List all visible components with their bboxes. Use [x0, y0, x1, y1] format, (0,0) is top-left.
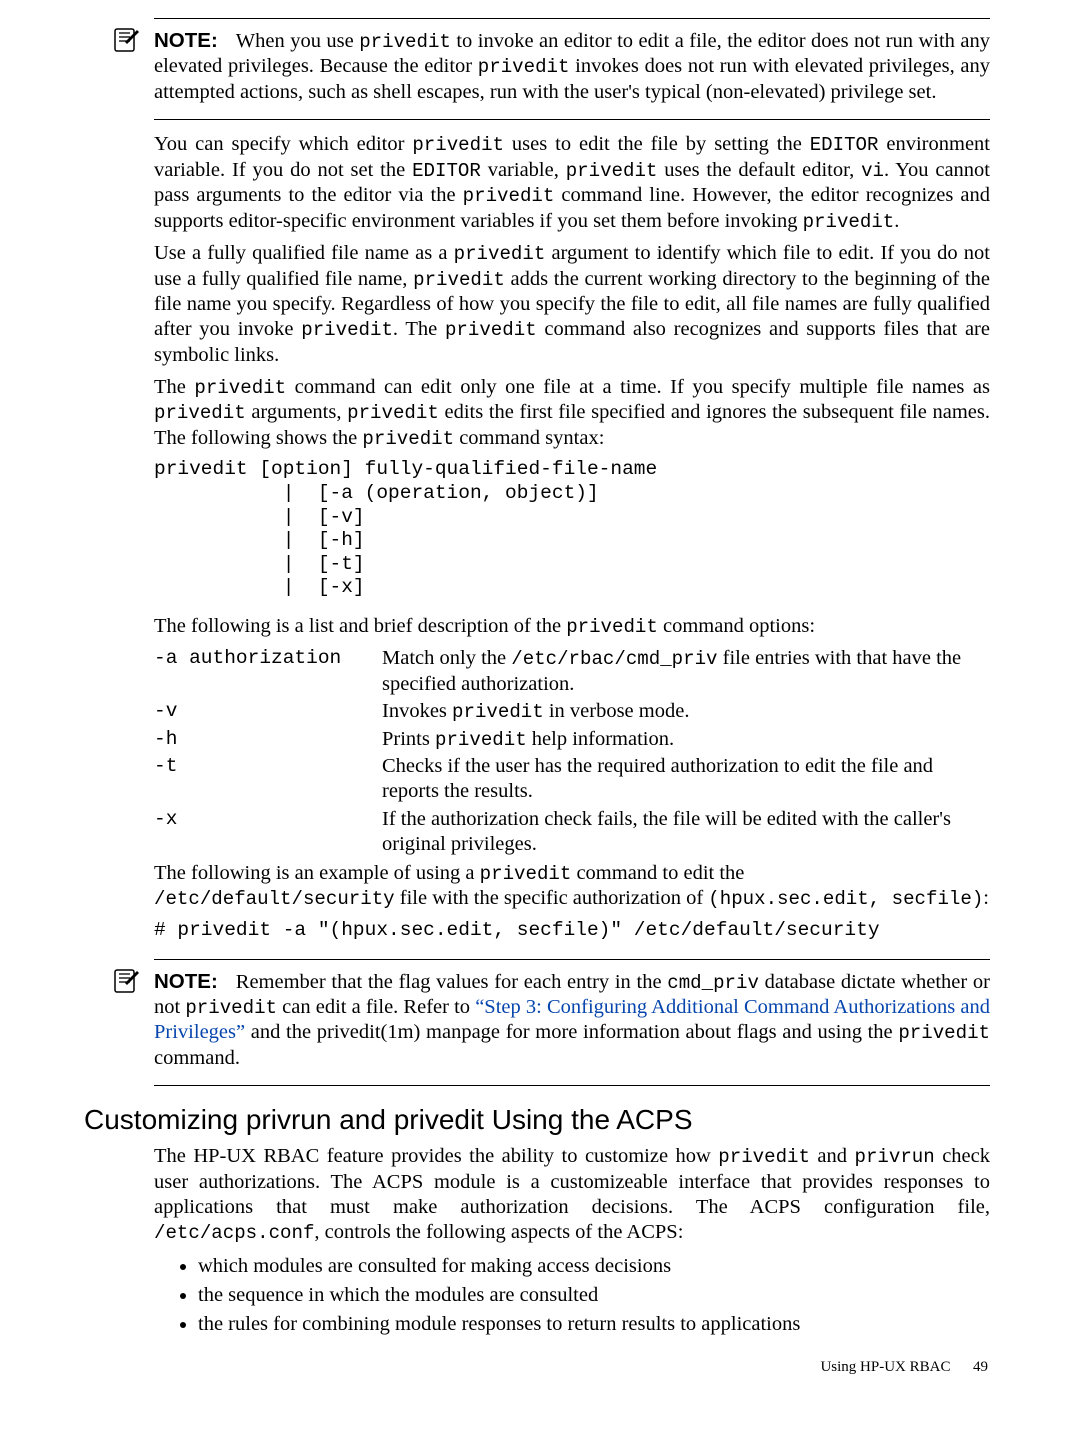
note1-body: When you use privedit to invoke an edito… [154, 30, 990, 103]
para-qualified: Use a fully qualified file name as a pri… [154, 241, 990, 368]
bullet-list: which modules are consulted for making a… [154, 1253, 990, 1338]
cmdline-example: # privedit -a "(hpux.sec.edit, secfile)"… [154, 919, 990, 943]
para-editor: You can specify which editor privedit us… [154, 132, 990, 234]
option-row: -a authorizationMatch only the /etc/rbac… [154, 646, 990, 697]
note-icon [110, 966, 140, 996]
option-key: -h [154, 727, 382, 750]
option-desc: Match only the /etc/rbac/cmd_priv file e… [382, 646, 990, 697]
option-desc: Invokes privedit in verbose mode. [382, 699, 990, 724]
option-row: -tChecks if the user has the required au… [154, 754, 990, 804]
option-key: -t [154, 754, 382, 777]
note2-body: Remember that the flag values for each e… [154, 971, 990, 1069]
note1-label: NOTE: [154, 29, 218, 52]
page-footer: Using HP-UX RBAC 49 [154, 1359, 988, 1376]
option-row: -xIf the authorization check fails, the … [154, 807, 990, 857]
list-item: which modules are consulted for making a… [198, 1253, 990, 1279]
option-key: -x [154, 807, 382, 830]
options-list: -a authorizationMatch only the /etc/rbac… [154, 646, 990, 856]
heading-customizing: Customizing privrun and privedit Using t… [84, 1104, 990, 1136]
note1-text: NOTE:When you use privedit to invoke an … [154, 28, 990, 105]
para-options-lead: The following is a list and brief descri… [154, 614, 990, 639]
note-block-2: NOTE:Remember that the flag values for e… [154, 959, 990, 1087]
option-desc: If the authorization check fails, the fi… [382, 807, 990, 857]
syntax-block: privedit [option] fully-qualified-file-n… [154, 458, 990, 600]
option-key: -a authorization [154, 646, 382, 669]
note-icon [110, 25, 140, 55]
list-item: the sequence in which the modules are co… [198, 1282, 990, 1308]
para-example-2: /etc/default/security file with the spec… [154, 886, 990, 911]
list-item: the rules for combining module responses… [198, 1311, 990, 1337]
note2-text: NOTE:Remember that the flag values for e… [154, 969, 990, 1072]
option-row: -vInvokes privedit in verbose mode. [154, 699, 990, 724]
para-onefile: The privedit command can edit only one f… [154, 375, 990, 451]
para-acps: The HP-UX RBAC feature provides the abil… [154, 1144, 990, 1245]
note2-label: NOTE: [154, 970, 218, 993]
link-step3[interactable]: “Step 3: Configuring Additional Command … [154, 996, 990, 1043]
para-example-1: The following is an example of using a p… [154, 861, 990, 886]
note-block-1: NOTE:When you use privedit to invoke an … [154, 18, 990, 120]
option-desc: Checks if the user has the required auth… [382, 754, 990, 804]
option-desc: Prints privedit help information. [382, 727, 990, 752]
option-key: -v [154, 699, 382, 722]
option-row: -hPrints privedit help information. [154, 727, 990, 752]
